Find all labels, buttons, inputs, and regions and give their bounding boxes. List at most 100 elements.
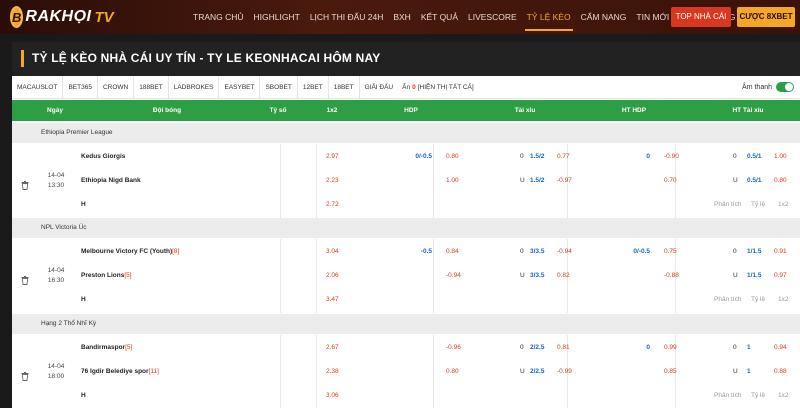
hdp-home-odds[interactable]: 0.80 (446, 153, 459, 160)
odds-draw[interactable]: 3.47 (326, 296, 339, 303)
x12-link[interactable]: 1x2 (778, 296, 788, 303)
odds-history-link[interactable]: Tỷ lệ (751, 201, 765, 208)
away-team[interactable]: 76 Igdir Belediye spor[11] (81, 368, 159, 375)
bookmaker-tab-6[interactable]: SBOBET (260, 75, 298, 99)
home-team[interactable]: Kedus Giorgis (81, 153, 125, 160)
top-bookmaker-button[interactable]: TOP NHÀ CÁI (671, 7, 731, 27)
odds-away[interactable]: 2.23 (326, 177, 339, 184)
home-team[interactable]: Melbourne Victory FC (Youth)[8] (81, 248, 179, 255)
nav-item-0[interactable]: TRANG CHỦ (188, 0, 249, 34)
hidden-matches[interactable]: Ẩn 0 [HIỆN THỊ TẤT CẢ] (398, 84, 478, 91)
header-teams: Đội bóng (152, 107, 182, 114)
odds-draw[interactable]: 3.06 (326, 392, 339, 399)
nav-item-4[interactable]: KẾT QUẢ (416, 0, 463, 34)
x12-link[interactable]: 1x2 (778, 201, 788, 208)
trash-icon[interactable] (21, 272, 29, 285)
logo-ball-icon: B (10, 6, 24, 28)
league-row[interactable]: Hạng 2 Thổ Nhĩ Kỳ (12, 314, 800, 334)
away-team-rank: [11] (148, 368, 159, 375)
analysis-link[interactable]: Phân tích (714, 296, 741, 303)
hdp-line: 0/-0.5 (415, 153, 432, 160)
column-divider (316, 335, 317, 408)
home-team[interactable]: Bandirmaspor[5] (81, 344, 132, 351)
league-row[interactable]: Ethiopia Premier League (12, 123, 800, 143)
ht-hdp-away-odds[interactable]: -0.88 (664, 272, 679, 279)
nav-item-1[interactable]: HIGHLIGHT (249, 0, 305, 34)
ht-ou-under-odds[interactable]: 0.97 (774, 272, 787, 279)
nav-item-5[interactable]: LIVESCORE (463, 0, 522, 34)
odds-home[interactable]: 2.67 (326, 344, 339, 351)
ht-ou-over-odds[interactable]: 1.00 (774, 153, 787, 160)
ou-under-odds[interactable]: -0.97 (557, 177, 572, 184)
header-ht-hdp: HT HDP (621, 107, 647, 114)
header-score: Tỷ số (269, 107, 287, 114)
ht-hdp-line: 0 (646, 153, 650, 160)
ht-ou-over-odds[interactable]: 0.91 (774, 248, 787, 255)
trash-icon[interactable] (21, 177, 29, 190)
show-all-link[interactable]: [HIỆN THỊ TẤT CẢ] (418, 84, 474, 91)
bookmaker-tab-9[interactable]: GIẢI ĐẤU (360, 76, 399, 99)
nav-item-7[interactable]: CẨM NANG (576, 0, 632, 34)
ht-hdp-away-odds[interactable]: 0.85 (664, 368, 677, 375)
hdp-away-odds[interactable]: 1.00 (446, 177, 459, 184)
ht-ou-under-odds[interactable]: 0.80 (774, 177, 787, 184)
bookmaker-tab-4[interactable]: LADBROKES (169, 75, 220, 99)
ht-hdp-home-odds[interactable]: -0.90 (664, 153, 679, 160)
ht-ou-under-odds[interactable]: 0.88 (774, 368, 787, 375)
trash-icon[interactable] (21, 368, 29, 381)
bookmaker-tab-7[interactable]: 12BET (298, 75, 329, 99)
odds-away[interactable]: 2.06 (326, 272, 339, 279)
header-hdp: HDP (404, 107, 418, 114)
bookmaker-tab-3[interactable]: 188BET (134, 75, 169, 99)
ou-over-odds[interactable]: 0.77 (557, 153, 570, 160)
hidden-count: 0 (412, 83, 416, 91)
odds-history-link[interactable]: Tỷ lệ (751, 392, 765, 399)
hdp-away-odds[interactable]: -0.94 (446, 272, 461, 279)
bookmaker-tab-2[interactable]: CROWN (98, 75, 135, 99)
away-team[interactable]: Ethiopia Nigd Bank (81, 177, 141, 184)
sound-toggle[interactable] (776, 82, 794, 92)
league-row[interactable]: NPL Victoria Úc (12, 218, 800, 238)
away-team[interactable]: Preston Lions[5] (81, 272, 132, 279)
nav-item-6[interactable]: TỶ LỆ KÈO (522, 0, 576, 34)
nav-item-3[interactable]: BXH (388, 0, 415, 34)
odds-home[interactable]: 2.97 (326, 153, 339, 160)
ou-over-odds[interactable]: -0.94 (557, 248, 572, 255)
analysis-link[interactable]: Phân tích (714, 201, 741, 208)
nav-item-8[interactable]: TIN MỚI (631, 0, 674, 34)
bet-button[interactable]: CƯỢC 8XBET (737, 7, 795, 27)
ht-hdp-home-odds[interactable]: 0.99 (664, 344, 677, 351)
bookmaker-tab-8[interactable]: 18BET (329, 75, 360, 99)
odds-draw[interactable]: 2.72 (326, 201, 339, 208)
away-team-name: Preston Lions (81, 272, 125, 279)
column-divider (280, 239, 281, 313)
main-nav: TRANG CHỦ HIGHLIGHT LỊCH THI ĐẤU 24H BXH KẾT… (188, 0, 740, 34)
hdp-home-odds[interactable]: 0.84 (446, 248, 459, 255)
odds-home[interactable]: 3.04 (326, 248, 339, 255)
match-row: 14-04 18:00 Bandirmaspor[5] 76 Igdir Beledi… (12, 335, 800, 408)
nav-item-2[interactable]: LỊCH THI ĐẤU 24H (305, 0, 389, 34)
ht-hdp-home-odds[interactable]: 0.75 (664, 248, 677, 255)
hdp-away-odds[interactable]: 0.80 (446, 368, 459, 375)
sound-toggle-wrap[interactable]: Âm thanh (742, 82, 794, 92)
x12-link[interactable]: 1x2 (778, 392, 788, 399)
ht-ou-over-odds[interactable]: 0.94 (774, 344, 787, 351)
hdp-home-odds[interactable]: -0.96 (446, 344, 461, 351)
home-team-name: Kedus Giorgis (81, 153, 126, 160)
header-1x2: 1x2 (326, 107, 338, 114)
ou-under-odds[interactable]: 0.82 (557, 272, 570, 279)
ht-hdp-away-odds[interactable]: 0.70 (664, 177, 677, 184)
odds-history-link[interactable]: Tỷ lệ (751, 296, 765, 303)
odds-away[interactable]: 2.38 (326, 368, 339, 375)
bookmaker-tab-0[interactable]: MACAUSLOT (12, 75, 64, 99)
match-date: 14-04 (47, 267, 65, 274)
site-logo[interactable]: B RAKHỌI TV (10, 3, 114, 31)
bookmaker-tab-1[interactable]: BET365 (63, 75, 98, 99)
bookmaker-tab-5[interactable]: EASYBET (219, 75, 261, 99)
draw-label: H (81, 392, 86, 399)
match-date: 14-04 (47, 172, 65, 179)
analysis-link[interactable]: Phân tích (714, 392, 741, 399)
bookmaker-filter-bar: MACAUSLOT BET365 CROWN 188BET LADBROKES EASYB… (12, 75, 800, 99)
ou-over-odds[interactable]: 0.81 (557, 344, 570, 351)
ou-under-odds[interactable]: -0.99 (557, 368, 572, 375)
